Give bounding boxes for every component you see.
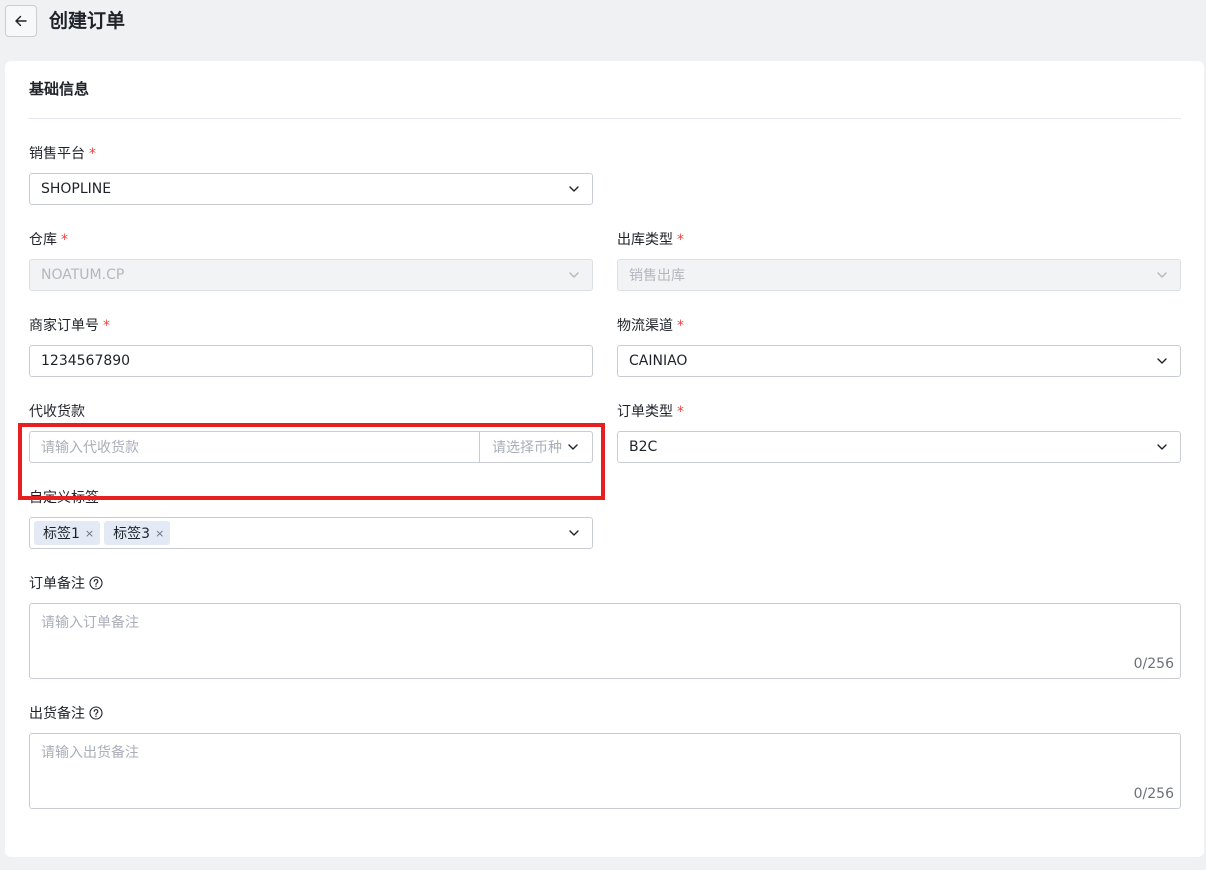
order-remark-label: 订单备注: [29, 575, 103, 593]
chevron-down-icon: [567, 526, 581, 540]
page-title: 创建订单: [49, 10, 126, 32]
tag-label: 标签1: [43, 526, 80, 542]
shipping-remark-textarea[interactable]: 请输入出货备注 0/256: [29, 733, 1181, 809]
section-title: 基础信息: [29, 80, 90, 98]
highlight-annotation-box: [18, 423, 605, 500]
order-remark-textarea[interactable]: 请输入订单备注 0/256: [29, 603, 1181, 679]
outbound-type-label-text: 出库类型: [617, 232, 673, 248]
shipping-remark-placeholder: 请输入出货备注: [41, 745, 139, 761]
chevron-down-icon: [1155, 354, 1169, 368]
required-mark: *: [677, 404, 684, 420]
sales-platform-label-text: 销售平台: [29, 146, 85, 162]
tag-chip: 标签1 ×: [34, 521, 101, 545]
arrow-left-icon: [15, 15, 27, 27]
question-circle-icon[interactable]: [89, 576, 103, 590]
order-type-select[interactable]: B2C: [617, 431, 1181, 463]
chevron-down-icon: [567, 268, 581, 282]
order-remark-label-text: 订单备注: [29, 576, 85, 592]
custom-tags-select[interactable]: 标签1 × 标签3 ×: [29, 517, 593, 549]
required-mark: *: [61, 232, 68, 248]
order-type-value: B2C: [629, 439, 658, 455]
tag-chip: 标签3 ×: [104, 521, 171, 545]
chevron-down-icon: [567, 182, 581, 196]
logistics-channel-label-text: 物流渠道: [617, 318, 673, 334]
section-divider: [29, 118, 1181, 119]
cod-label: 代收货款: [29, 404, 85, 420]
shipping-remark-label: 出货备注: [29, 705, 103, 723]
outbound-type-select: 销售出库: [617, 259, 1181, 291]
tag-list: 标签1 × 标签3 ×: [34, 521, 567, 545]
warehouse-label-text: 仓库: [29, 232, 57, 248]
close-icon[interactable]: ×: [85, 528, 94, 539]
warehouse-label: 仓库 *: [29, 231, 68, 249]
merchant-order-no-label: 商家订单号 *: [29, 317, 110, 335]
order-remark-placeholder: 请输入订单备注: [41, 615, 139, 631]
sales-platform-value: SHOPLINE: [41, 181, 112, 197]
shipping-remark-label-text: 出货备注: [29, 706, 85, 722]
shipping-remark-counter: 0/256: [1133, 786, 1174, 802]
chevron-down-icon: [1155, 440, 1169, 454]
required-mark: *: [677, 318, 684, 334]
order-remark-counter: 0/256: [1133, 656, 1174, 672]
back-button[interactable]: [5, 5, 37, 37]
required-mark: *: [89, 146, 96, 162]
logistics-channel-value: CAINIAO: [629, 353, 688, 369]
logistics-channel-select[interactable]: CAINIAO: [617, 345, 1181, 377]
merchant-order-no-value: 1234567890: [41, 353, 131, 369]
warehouse-select: NOATUM.CP: [29, 259, 593, 291]
sales-platform-label: 销售平台 *: [29, 145, 96, 163]
sales-platform-select[interactable]: SHOPLINE: [29, 173, 593, 205]
order-type-label-text: 订单类型: [617, 404, 673, 420]
merchant-order-no-input[interactable]: 1234567890: [29, 345, 593, 377]
merchant-order-no-label-text: 商家订单号: [29, 318, 99, 334]
close-icon[interactable]: ×: [155, 528, 164, 539]
page-header: 创建订单: [0, 0, 1206, 48]
chevron-down-icon: [1155, 268, 1169, 282]
required-mark: *: [677, 232, 684, 248]
order-type-label: 订单类型 *: [617, 403, 684, 421]
logistics-channel-label: 物流渠道 *: [617, 317, 684, 335]
outbound-type-value: 销售出库: [629, 268, 685, 284]
required-mark: *: [103, 318, 110, 334]
tag-label: 标签3: [113, 526, 151, 542]
question-circle-icon[interactable]: [89, 706, 103, 720]
outbound-type-label: 出库类型 *: [617, 231, 684, 249]
warehouse-value: NOATUM.CP: [41, 267, 125, 283]
